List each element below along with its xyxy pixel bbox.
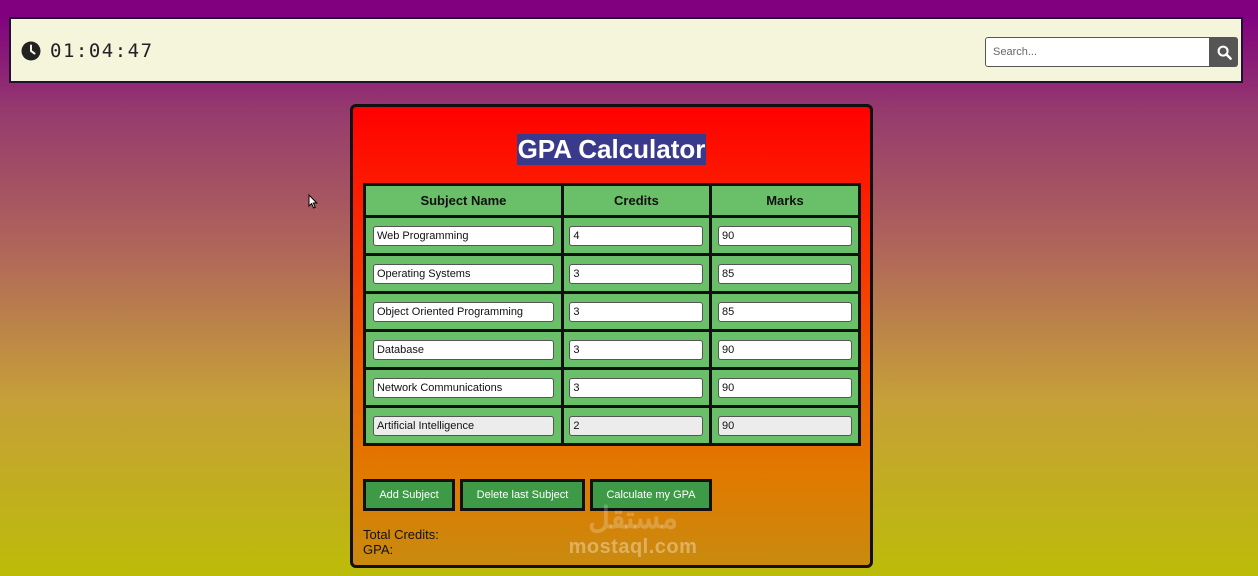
- credits-cell: [560, 253, 712, 294]
- subjects-table: Subject Name Credits Marks: [363, 183, 862, 446]
- subject-name-input[interactable]: [372, 339, 554, 360]
- search-icon: [1217, 45, 1232, 60]
- credits-input[interactable]: [569, 301, 704, 322]
- subject-name-input[interactable]: [372, 377, 554, 398]
- marks-cell: [708, 329, 862, 370]
- subject-name-input[interactable]: [372, 225, 554, 246]
- marks-cell: [708, 215, 862, 256]
- credits-cell: [560, 367, 712, 408]
- search-button[interactable]: [1210, 37, 1238, 67]
- subject-cell: [363, 329, 564, 370]
- calculate-gpa-button[interactable]: Calculate my GPA: [590, 479, 712, 511]
- credits-input[interactable]: [569, 339, 704, 360]
- marks-input[interactable]: [717, 301, 852, 322]
- credits-input[interactable]: [569, 263, 704, 284]
- clock-icon: [21, 41, 41, 61]
- column-header-credits: Credits: [560, 183, 712, 218]
- credits-cell: [560, 291, 712, 332]
- credits-cell: [560, 215, 712, 256]
- marks-input[interactable]: [717, 377, 852, 398]
- credits-cell: [560, 329, 712, 370]
- table-row: [363, 329, 862, 370]
- calculator-title: GPA Calculator: [516, 134, 707, 165]
- subject-cell: [363, 367, 564, 408]
- table-row: [363, 367, 862, 408]
- table-row: [363, 253, 862, 294]
- marks-cell: [708, 291, 862, 332]
- subject-name-input[interactable]: [372, 263, 554, 284]
- clock: 01:04:47: [21, 40, 154, 62]
- marks-cell: [708, 253, 862, 294]
- column-header-marks: Marks: [708, 183, 862, 218]
- results: Total Credits: GPA:: [363, 527, 439, 557]
- marks-input[interactable]: [717, 339, 852, 360]
- marks-input[interactable]: [717, 263, 852, 284]
- marks-input[interactable]: [717, 225, 852, 246]
- credits-input[interactable]: [569, 377, 704, 398]
- subject-cell: [363, 215, 564, 256]
- gpa-label: GPA:: [363, 542, 394, 557]
- marks-cell: [708, 367, 862, 408]
- table-row: [363, 405, 862, 446]
- table-header-row: Subject Name Credits Marks: [363, 183, 862, 218]
- top-bar: 01:04:47: [9, 17, 1243, 83]
- credits-input[interactable]: [569, 225, 704, 246]
- clock-time: 01:04:47: [50, 40, 154, 62]
- subject-cell: [363, 405, 564, 446]
- add-subject-button[interactable]: Add Subject: [363, 479, 455, 511]
- delete-last-subject-button[interactable]: Delete last Subject: [460, 479, 585, 511]
- credits-input[interactable]: [569, 415, 704, 436]
- search-input[interactable]: [985, 37, 1210, 67]
- credits-cell: [560, 405, 712, 446]
- marks-input[interactable]: [717, 415, 852, 436]
- marks-cell: [708, 405, 862, 446]
- table-row: [363, 215, 862, 256]
- subject-cell: [363, 253, 564, 294]
- action-buttons: Add Subject Delete last Subject Calculat…: [363, 479, 717, 511]
- subject-cell: [363, 291, 564, 332]
- total-credits-label: Total Credits:: [363, 527, 439, 542]
- gpa-calculator-card: GPA Calculator Subject Name Credits Mark…: [350, 104, 873, 568]
- mouse-cursor-icon: [308, 194, 318, 209]
- subject-name-input[interactable]: [372, 415, 554, 436]
- column-header-subject: Subject Name: [363, 183, 564, 218]
- title-wrap: GPA Calculator: [353, 134, 870, 165]
- table-row: [363, 291, 862, 332]
- search-box: [985, 37, 1238, 67]
- watermark-latin: mostaql.com: [568, 536, 698, 558]
- subject-name-input[interactable]: [372, 301, 554, 322]
